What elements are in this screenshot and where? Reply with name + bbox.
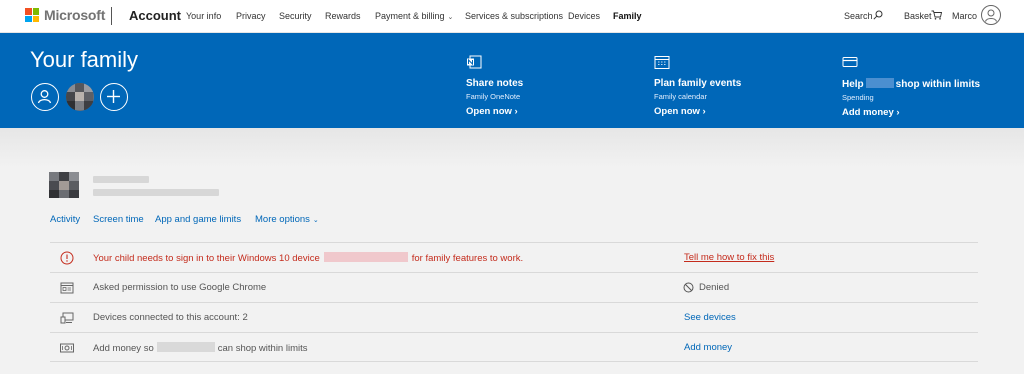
browser-icon [60, 282, 74, 294]
feature-title: Share notes [466, 78, 524, 89]
brand-name[interactable]: Microsoft [44, 7, 105, 23]
microsoft-logo-icon[interactable] [25, 8, 39, 22]
nav-privacy[interactable]: Privacy [236, 11, 266, 21]
chevron-down-icon: ⌄ [312, 217, 319, 224]
feature-title: Help shop within limits [842, 78, 980, 90]
warning-icon [60, 251, 74, 265]
see-devices-link[interactable]: See devices [684, 312, 736, 323]
warning-text-prefix: Your child needs to sign in to their Win… [93, 253, 320, 264]
feature-share-notes: Share notes Family OneNote Open now › [466, 55, 523, 117]
fix-this-link[interactable]: Tell me how to fix this [684, 252, 774, 263]
redacted-child-name [93, 176, 149, 183]
warning-text-suffix: for family features to work. [411, 253, 524, 264]
feature-spending: Help shop within limits Spending Add mone… [842, 55, 980, 118]
calendar-icon [654, 56, 670, 69]
tab-app-game-limits[interactable]: App and game limits [155, 214, 241, 225]
banner-shadow [0, 128, 1024, 168]
search-label[interactable]: Search [844, 11, 873, 21]
open-calendar-link[interactable]: Open now › [654, 106, 741, 117]
nav-devices[interactable]: Devices [568, 11, 600, 21]
tab-activity[interactable]: Activity [50, 214, 80, 225]
search-icon[interactable] [873, 10, 883, 20]
denied-icon [683, 282, 694, 293]
redacted-name [865, 78, 894, 88]
list-item-warning: Your child needs to sign in to their Win… [50, 242, 978, 272]
nav-services-subscriptions[interactable]: Services & subscriptions [465, 11, 563, 21]
redacted-child-name [156, 342, 215, 352]
basket-icon[interactable] [931, 10, 942, 20]
sign-in-warning-text: Your child needs to sign in to their Win… [93, 252, 523, 264]
feature-subtitle: Spending [842, 93, 874, 102]
permission-status: Denied [699, 282, 730, 293]
add-member-button[interactable] [100, 83, 128, 111]
feature-subtitle: Family OneNote [466, 92, 521, 101]
child-avatar-photo[interactable] [66, 83, 94, 111]
list-item-permission: Asked permission to use Google Chrome De… [50, 272, 978, 302]
onenote-icon [467, 55, 482, 69]
top-nav: Microsoft Account Your info Privacy Secu… [0, 0, 1024, 33]
nav-family[interactable]: Family [613, 11, 642, 21]
person-icon [37, 90, 52, 104]
list-item-devices: Devices connected to this account: 2 See… [50, 302, 978, 332]
redacted-child-email [93, 189, 219, 196]
add-money-banner-link[interactable]: Add money › [842, 107, 980, 118]
page-title: Your family [30, 47, 139, 72]
devices-count-text: Devices connected to this account: 2 [93, 312, 248, 323]
open-onenote-link[interactable]: Open now › [466, 106, 523, 117]
user-name[interactable]: Marco [952, 11, 977, 21]
plus-icon [107, 90, 120, 103]
nav-payment-billing[interactable]: Payment & billing ⌄ [375, 11, 453, 21]
chevron-down-icon: ⌄ [447, 14, 454, 21]
basket-label[interactable]: Basket [904, 11, 932, 21]
tab-more-options[interactable]: More options ⌄ [255, 214, 319, 225]
feature-subtitle: Family calendar [654, 92, 707, 101]
add-money-text-suffix: can shop within limits [217, 343, 308, 354]
feature-title-prefix: Help [842, 79, 864, 90]
nav-your-info[interactable]: Your info [186, 11, 221, 21]
nav-divider [111, 7, 112, 25]
person-icon [985, 9, 997, 22]
nav-payment-billing-label: Payment & billing [375, 11, 445, 21]
family-banner: Your family Share notes Family OneNote O… [0, 33, 1024, 128]
account-title[interactable]: Account [129, 8, 181, 23]
add-money-text-prefix: Add money so [93, 343, 154, 354]
account-avatar[interactable] [981, 5, 1001, 25]
nav-security[interactable]: Security [279, 11, 312, 21]
add-money-text: Add money so can shop within limits [93, 342, 308, 354]
add-money-link[interactable]: Add money [684, 342, 732, 353]
tab-screen-time[interactable]: Screen time [93, 214, 144, 225]
redacted-device-name [323, 252, 408, 262]
list-item-add-money: Add money so can shop within limits Add m… [50, 332, 978, 362]
permission-text: Asked permission to use Google Chrome [93, 282, 267, 293]
family-member-avatar[interactable] [31, 83, 59, 111]
tab-more-options-label: More options [255, 214, 310, 225]
nav-rewards[interactable]: Rewards [325, 11, 361, 21]
card-icon [842, 57, 858, 67]
feature-plan-events: Plan family events Family calendar Open … [654, 55, 741, 117]
feature-title-suffix: shop within limits [895, 79, 981, 90]
devices-icon [60, 312, 74, 324]
feature-title: Plan family events [654, 78, 742, 89]
money-icon [60, 343, 74, 353]
child-avatar [49, 172, 79, 198]
